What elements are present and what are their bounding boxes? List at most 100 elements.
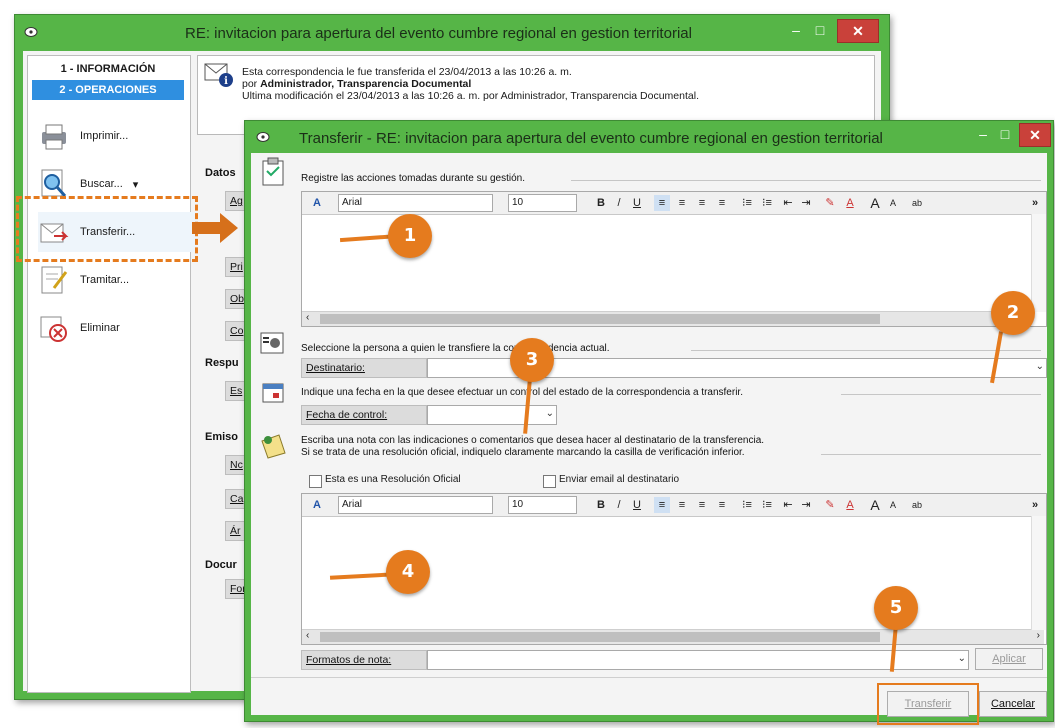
info-line-2-prefix: por — [242, 78, 261, 90]
info-line-2: por Administrador, Transparencia Documen… — [242, 78, 471, 90]
callout-4-badge: 4 — [386, 550, 430, 594]
official-resolution-checkbox[interactable] — [309, 475, 322, 488]
note-scroll-thumb[interactable] — [320, 632, 880, 642]
actions-section-label: Registre las acciones tomadas durante su… — [301, 173, 526, 184]
more-tools-button[interactable]: » — [1028, 195, 1042, 211]
actions-divider — [571, 180, 1041, 181]
note-align-left-button[interactable]: ≡ — [654, 497, 670, 513]
info-line-2-name: Administrador, Transparencia Documental — [260, 78, 472, 90]
outdent-button[interactable]: ⇤ — [780, 195, 796, 211]
align-right-button[interactable]: ≡ — [694, 195, 710, 211]
note-underline-button[interactable]: U — [630, 497, 644, 513]
process-button[interactable]: Tramitar... — [38, 260, 198, 300]
note-font-select[interactable]: Arial — [338, 496, 493, 514]
tab-informacion[interactable]: 1 - INFORMACIÓN — [32, 60, 184, 78]
note-font-style-icon[interactable]: A — [308, 497, 326, 513]
bullet-list-button[interactable]: ⁝≡ — [758, 195, 776, 211]
note-italic-button[interactable]: / — [612, 497, 626, 513]
note-format-chevron-icon[interactable]: ⌄ — [958, 653, 966, 664]
indent-button[interactable]: ⇥ — [798, 195, 814, 211]
note-scroll-right-arrow[interactable]: › — [1037, 630, 1040, 641]
print-button[interactable]: Imprimir... — [38, 116, 198, 156]
pointer-arrow-icon — [192, 213, 240, 246]
italic-button[interactable]: / — [612, 195, 626, 211]
dialog-title-bar[interactable]: Transferir - RE: invitacion para apertur… — [245, 121, 1053, 153]
note-scroll-left-arrow[interactable]: ‹ — [306, 630, 309, 641]
transfer-highlight-box — [16, 196, 198, 262]
note-justify-button[interactable]: ≡ — [714, 497, 730, 513]
note-grow-font-button[interactable]: A — [866, 497, 884, 513]
main-title-bar[interactable]: RE: invitacion para apertura del evento … — [15, 15, 889, 51]
actions-vscrollbar[interactable] — [1031, 214, 1046, 312]
note-hscrollbar[interactable]: ‹ › — [302, 629, 1044, 644]
control-date-picker[interactable]: ⌄ — [427, 405, 557, 425]
highlight-button[interactable]: ✎ — [822, 195, 838, 211]
underline-button[interactable]: U — [630, 195, 644, 211]
section-respuesta: Respu — [205, 357, 239, 369]
note-bold-button[interactable]: B — [594, 497, 608, 513]
minimize-button[interactable]: – — [785, 19, 807, 41]
size-select[interactable]: 10 — [508, 194, 577, 212]
shrink-font-button[interactable]: A — [886, 195, 900, 211]
numbered-list-button[interactable]: ⁝≡ — [738, 195, 756, 211]
transfer-dialog: Transferir - RE: invitacion para apertur… — [244, 120, 1054, 725]
dialog-close-button[interactable]: ✕ — [1019, 123, 1051, 147]
scroll-left-arrow[interactable]: ‹ — [306, 312, 309, 323]
note-outdent-button[interactable]: ⇤ — [780, 497, 796, 513]
apply-button[interactable]: Aplicar — [975, 648, 1043, 670]
print-label: Imprimir... — [80, 130, 129, 142]
actions-hscrollbar[interactable]: ‹ — [302, 311, 1030, 326]
dialog-minimize-button[interactable]: – — [973, 123, 993, 145]
official-resolution-label[interactable]: Esta es una Resolución Oficial — [325, 474, 461, 485]
search-dropdown-arrow[interactable]: ▾ — [133, 178, 139, 191]
note-section-label-2: Si se trata de una resolución oficial, i… — [301, 447, 745, 458]
note-highlight-button[interactable]: ✎ — [822, 497, 838, 513]
note-font-color-button[interactable]: A — [842, 497, 858, 513]
note-numbered-list-button[interactable]: ⁝≡ — [738, 497, 756, 513]
delete-label: Eliminar — [80, 322, 120, 334]
justify-button[interactable]: ≡ — [714, 195, 730, 211]
note-toolbar: A Arial 10 B / U ≡ ≡ ≡ ≡ ⁝≡ ⁝≡ ⇤ ⇥ ✎ A A… — [302, 494, 1046, 517]
close-button[interactable]: ✕ — [837, 19, 879, 43]
footer-divider — [251, 677, 1047, 678]
dialog-app-icon — [255, 129, 271, 148]
spellcheck-button[interactable]: ab — [908, 195, 926, 211]
note-shrink-font-button[interactable]: A — [886, 497, 900, 513]
bold-button[interactable]: B — [594, 195, 608, 211]
font-select[interactable]: Arial — [338, 194, 493, 212]
tab-operaciones[interactable]: 2 - OPERACIONES — [32, 80, 184, 100]
font-color-button[interactable]: A — [842, 195, 858, 211]
dialog-maximize-button[interactable]: □ — [995, 123, 1015, 145]
app-icon — [23, 24, 39, 40]
recipient-label: Destinatario: — [301, 358, 427, 378]
email-recipient-checkbox[interactable] — [543, 475, 556, 488]
align-left-button[interactable]: ≡ — [654, 195, 670, 211]
clipboard-icon — [259, 157, 289, 190]
note-format-combo[interactable]: ⌄ — [427, 650, 969, 670]
chevron-down-icon[interactable]: ⌄ — [1036, 361, 1044, 372]
scroll-thumb[interactable] — [320, 314, 880, 324]
date-chevron-down-icon[interactable]: ⌄ — [546, 408, 554, 419]
note-align-center-button[interactable]: ≡ — [674, 497, 690, 513]
sidebar: 1 - INFORMACIÓN 2 - OPERACIONES Imprimir… — [27, 55, 198, 693]
note-align-right-button[interactable]: ≡ — [694, 497, 710, 513]
callout-5-badge: 5 — [874, 586, 918, 630]
cancel-button[interactable]: Cancelar — [979, 691, 1047, 717]
process-icon — [38, 264, 70, 296]
contact-card-icon — [259, 329, 289, 360]
align-center-button[interactable]: ≡ — [674, 195, 690, 211]
font-style-icon[interactable]: A — [308, 195, 326, 211]
note-size-select[interactable]: 10 — [508, 496, 577, 514]
note-spellcheck-button[interactable]: ab — [908, 497, 926, 513]
note-more-tools-button[interactable]: » — [1028, 497, 1042, 513]
note-indent-button[interactable]: ⇥ — [798, 497, 814, 513]
actions-editor[interactable]: A Arial 10 B / U ≡ ≡ ≡ ≡ ⁝≡ ⁝≡ ⇤ ⇥ ✎ A A… — [301, 191, 1047, 327]
delete-icon — [38, 312, 70, 344]
note-bullet-list-button[interactable]: ⁝≡ — [758, 497, 776, 513]
delete-button[interactable]: Eliminar — [38, 308, 198, 348]
note-vscrollbar[interactable] — [1031, 516, 1046, 630]
callout-1-badge: 1 — [388, 214, 432, 258]
grow-font-button[interactable]: A — [866, 195, 884, 211]
maximize-button[interactable]: □ — [809, 19, 831, 41]
email-recipient-label[interactable]: Enviar email al destinatario — [559, 474, 679, 485]
